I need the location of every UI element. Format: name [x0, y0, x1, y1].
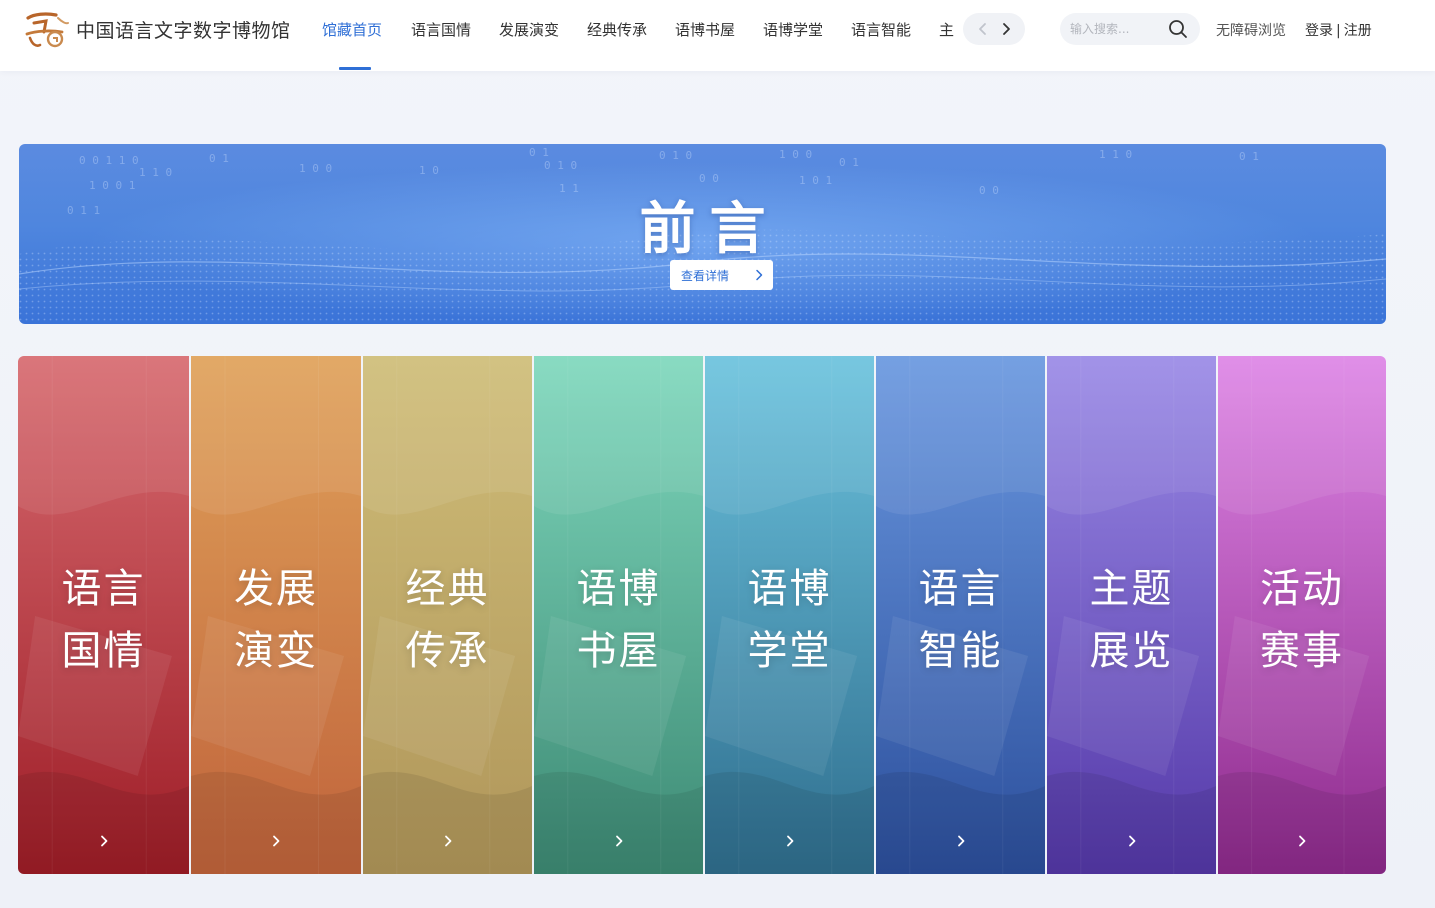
category-card-classics[interactable]: 经典 传承 [363, 356, 532, 874]
card-title-line2: 传承 [405, 628, 490, 674]
svg-text:0 0 1 1 0: 0 0 1 1 0 [79, 154, 139, 167]
category-cards: 语言 国情 发展 演变 经典 传承 语博 书屋 语博 学堂 语言 智能 主题 展览 活动 赛事 [18, 356, 1386, 874]
svg-text:0 1: 0 1 [209, 152, 229, 165]
auth-links: 登录 | 注册 [1305, 20, 1372, 40]
card-title-line2: 展览 [1089, 628, 1174, 674]
card-title-line1: 语博 [576, 566, 661, 612]
svg-text:0 1: 0 1 [839, 156, 859, 169]
card-title-line1: 语言 [918, 566, 1003, 612]
chevron-right-icon [616, 835, 623, 847]
category-card-events[interactable]: 活动 赛事 [1218, 356, 1386, 874]
category-card-language-status[interactable]: 语言 国情 [18, 356, 189, 874]
card-title: 语言 智能 [876, 558, 1045, 682]
card-title: 语博 书屋 [534, 558, 703, 682]
card-title-line2: 智能 [918, 628, 1003, 674]
card-title-line1: 语言 [61, 566, 146, 612]
card-title-line1: 发展 [234, 566, 318, 612]
chevron-right-icon[interactable] [998, 21, 1014, 37]
top-header: 中国语言文字数字博物馆 馆藏首页 语言国情 发展演变 经典传承 语博书屋 语博学… [0, 0, 1435, 71]
register-link[interactable]: 注册 [1344, 23, 1372, 39]
chevron-right-icon [273, 835, 280, 847]
search-icon[interactable] [1168, 19, 1188, 39]
chevron-right-icon [756, 269, 763, 281]
card-title-line2: 学堂 [747, 628, 832, 674]
category-card-bookhouse[interactable]: 语博 书屋 [534, 356, 703, 874]
accessible-browse-link[interactable]: 无障碍浏览 [1216, 20, 1286, 40]
card-title: 语言 国情 [18, 558, 189, 682]
svg-text:1 0 0: 1 0 0 [779, 148, 812, 161]
chevron-left-icon[interactable] [975, 21, 991, 37]
site-title[interactable]: 中国语言文字数字博物馆 [76, 16, 291, 43]
card-title-line2: 赛事 [1260, 628, 1344, 674]
svg-text:0 1: 0 1 [529, 146, 549, 159]
svg-text:1 0 0: 1 0 0 [299, 162, 332, 175]
nav-item-language-status[interactable]: 语言国情 [411, 19, 471, 40]
chevron-right-icon [445, 835, 452, 847]
chevron-right-icon [1299, 835, 1306, 847]
nav-scroll-controls [963, 13, 1025, 45]
yu-calligraphy-logo[interactable] [22, 8, 70, 50]
card-title: 活动 赛事 [1218, 558, 1386, 682]
category-card-theme-exhibit[interactable]: 主题 展览 [1047, 356, 1216, 874]
nav-item-theme-partial[interactable]: 主 [939, 19, 954, 40]
nav-item-development[interactable]: 发展演变 [499, 19, 559, 40]
card-title-line2: 书屋 [576, 628, 661, 674]
card-title: 经典 传承 [363, 558, 532, 682]
preface-banner[interactable]: 0 0 1 1 01 0 0 10 1 1 1 1 00 11 0 0 0 10… [19, 144, 1386, 324]
card-title: 语博 学堂 [705, 558, 874, 682]
card-title-line1: 活动 [1260, 566, 1344, 612]
nav-item-language-ai[interactable]: 语言智能 [851, 19, 911, 40]
view-details-label: 查看详情 [681, 269, 730, 283]
search-input[interactable] [1070, 19, 1166, 39]
card-title: 主题 展览 [1047, 558, 1216, 682]
category-card-language-ai[interactable]: 语言 智能 [876, 356, 1045, 874]
login-link[interactable]: 登录 [1305, 23, 1333, 39]
svg-text:0 1 0: 0 1 0 [659, 149, 692, 162]
view-details-button[interactable]: 查看详情 [670, 260, 773, 290]
nav-item-bookhouse[interactable]: 语博书屋 [675, 19, 735, 40]
category-card-development[interactable]: 发展 演变 [191, 356, 361, 874]
chevron-right-icon [1129, 835, 1136, 847]
nav-active-indicator [339, 67, 371, 70]
chevron-right-icon [787, 835, 794, 847]
category-card-academy[interactable]: 语博 学堂 [705, 356, 874, 874]
svg-text:0 1: 0 1 [1239, 150, 1259, 163]
svg-text:1 1 0: 1 1 0 [1099, 148, 1132, 161]
chevron-right-icon [958, 835, 965, 847]
nav-item-classics[interactable]: 经典传承 [587, 19, 647, 40]
card-title-line1: 经典 [405, 566, 490, 612]
banner-title: 前言 [639, 197, 780, 262]
card-title-line2: 国情 [61, 628, 146, 674]
chevron-right-icon [101, 835, 108, 847]
card-title-line2: 演变 [234, 628, 318, 674]
card-title-line1: 主题 [1089, 566, 1174, 612]
svg-text:1 0: 1 0 [419, 164, 439, 177]
card-title: 发展 演变 [191, 558, 361, 682]
nav-item-home[interactable]: 馆藏首页 [322, 19, 382, 40]
svg-text:1 1 0: 1 1 0 [139, 166, 172, 179]
card-title-line1: 语博 [747, 566, 832, 612]
nav-item-academy[interactable]: 语博学堂 [763, 19, 823, 40]
main-nav: 馆藏首页 语言国情 发展演变 经典传承 语博书屋 语博学堂 语言智能 主 [322, 0, 954, 71]
svg-text:0 1 0: 0 1 0 [544, 159, 577, 172]
auth-separator: | [1336, 23, 1341, 39]
